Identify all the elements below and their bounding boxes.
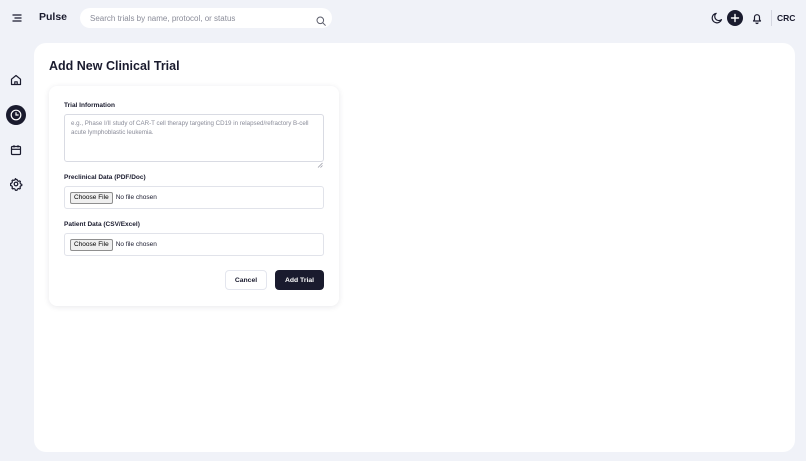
divider — [771, 10, 772, 26]
patient-data-label: Patient Data (CSV/Excel) — [64, 221, 140, 228]
calendar-icon[interactable] — [8, 142, 24, 158]
trial-info-textarea[interactable] — [64, 114, 324, 162]
user-initials[interactable]: CRC — [777, 13, 795, 23]
settings-icon[interactable] — [8, 176, 24, 192]
page-title: Add New Clinical Trial — [49, 59, 180, 73]
cancel-button[interactable]: Cancel — [225, 270, 267, 290]
add-trial-button[interactable]: Add Trial — [275, 270, 324, 290]
menu-toggle-icon[interactable] — [10, 11, 24, 25]
bell-icon[interactable] — [750, 11, 764, 25]
preclinical-file-status: No file chosen — [115, 194, 157, 201]
preclinical-data-label: Preclinical Data (PDF/Doc) — [64, 174, 146, 181]
trial-info-label: Trial Information — [64, 102, 115, 109]
patient-file-input[interactable]: Choose File No file chosen — [64, 233, 324, 256]
search-icon[interactable] — [316, 13, 326, 26]
dashboard-icon — [10, 109, 22, 121]
patient-file-status: No file chosen — [115, 241, 157, 248]
preclinical-file-input[interactable]: Choose File No file chosen — [64, 186, 324, 209]
add-trial-quick-button[interactable] — [727, 10, 743, 26]
search-input[interactable] — [90, 13, 310, 23]
moon-icon[interactable] — [710, 11, 724, 25]
home-icon[interactable] — [8, 72, 24, 88]
top-bar: Pulse CRC — [0, 0, 806, 36]
patient-choose-file-button[interactable]: Choose File — [70, 238, 113, 251]
search-bar[interactable] — [80, 8, 332, 28]
preclinical-choose-file-button[interactable]: Choose File — [70, 191, 113, 204]
resize-grip-icon[interactable] — [317, 155, 323, 168]
add-trial-form: Trial Information Preclinical Data (PDF/… — [49, 86, 339, 306]
dashboard-nav-active[interactable] — [6, 105, 26, 125]
app-logo[interactable]: Pulse — [39, 11, 67, 23]
plus-icon — [730, 13, 740, 23]
